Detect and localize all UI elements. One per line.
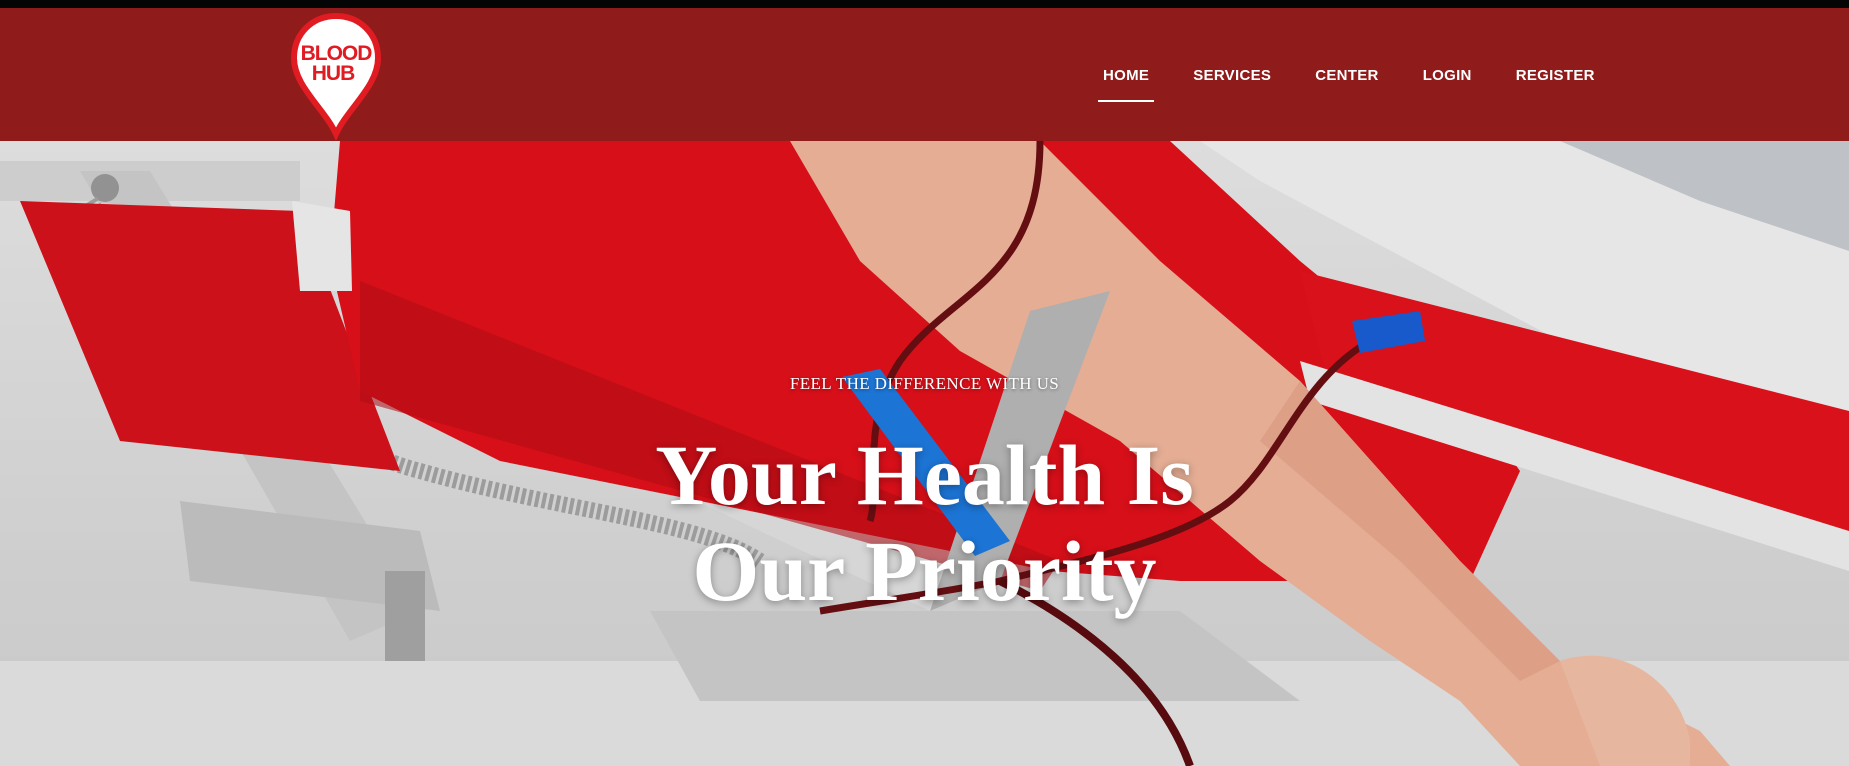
main-nav: HOME SERVICES CENTER LOGIN REGISTER [1098, 66, 1600, 102]
blood-hub-logo[interactable]: BLOOD HUB [288, 12, 384, 142]
top-strip [0, 0, 1849, 8]
nav-register[interactable]: REGISTER [1511, 66, 1600, 86]
nav-center[interactable]: CENTER [1310, 66, 1383, 86]
logo-text-line2: HUB [312, 62, 355, 85]
nav-login[interactable]: LOGIN [1418, 66, 1477, 86]
hero-banner: FEEL THE DIFFERENCE WITH US Your Health … [0, 141, 1849, 766]
site-header: BLOOD HUB HOME SERVICES CENTER LOGIN REG… [0, 8, 1849, 142]
nav-home[interactable]: HOME [1098, 66, 1155, 102]
hero-title: Your Health Is Our Priority [0, 427, 1849, 619]
hero-title-line1-rest: Is [1105, 427, 1194, 523]
hero-kicker: FEEL THE DIFFERENCE WITH US [789, 374, 1060, 393]
hero-title-line2: Our Priority [692, 523, 1157, 619]
hero-title-bold: Your Health [655, 427, 1106, 523]
nav-services[interactable]: SERVICES [1188, 66, 1276, 86]
